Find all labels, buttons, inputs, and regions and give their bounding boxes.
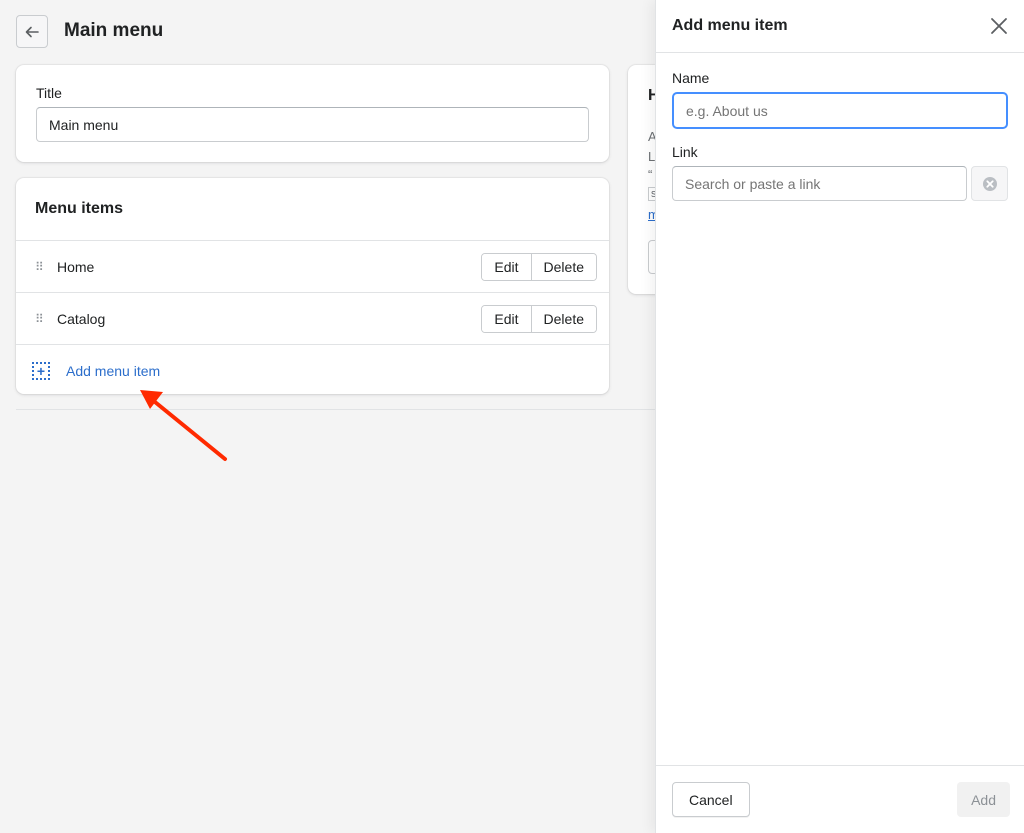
item-actions: Edit Delete <box>481 252 597 281</box>
item-actions: Edit Delete <box>481 304 597 333</box>
divider <box>16 409 656 410</box>
drag-handle-icon[interactable]: ⠿ <box>35 312 47 326</box>
name-input[interactable] <box>672 92 1008 129</box>
title-label: Title <box>36 85 62 101</box>
panel-title: Add menu item <box>672 17 788 34</box>
menu-items-card: Menu items ⠿ Home Edit Delete ⠿ Catalog … <box>16 178 609 394</box>
arrow-left-icon <box>25 26 39 37</box>
cancel-button[interactable]: Cancel <box>672 782 750 817</box>
close-icon <box>991 18 1007 34</box>
clear-link-button[interactable] <box>971 166 1008 201</box>
side-card-text: “ <box>648 167 653 182</box>
edit-button[interactable]: Edit <box>482 253 531 280</box>
menu-item-row: ⠿ Catalog Edit Delete <box>16 292 609 344</box>
menu-item-label: Catalog <box>57 310 106 327</box>
menu-item-row: ⠿ Home Edit Delete <box>16 240 609 292</box>
drag-handle-icon[interactable]: ⠿ <box>35 260 47 274</box>
delete-button[interactable]: Delete <box>530 305 596 332</box>
menu-items-heading: Menu items <box>35 200 124 217</box>
back-button[interactable] <box>16 15 48 48</box>
panel-header: Add menu item <box>656 0 1024 53</box>
link-input[interactable] <box>672 166 967 201</box>
title-input[interactable] <box>36 107 589 142</box>
name-label: Name <box>672 70 710 86</box>
add-plus-icon: + <box>32 361 50 380</box>
add-menu-item-panel: Add menu item Name Link Cancel Add <box>655 0 1024 833</box>
edit-button[interactable]: Edit <box>482 305 531 332</box>
add-menu-item-row[interactable]: + Add menu item <box>16 344 609 396</box>
page-title: Main menu <box>64 20 164 41</box>
link-label: Link <box>672 144 698 160</box>
panel-footer: Cancel Add <box>656 765 1024 833</box>
close-button[interactable] <box>986 13 1012 39</box>
clear-circle-icon <box>982 176 997 191</box>
add-button[interactable]: Add <box>957 782 1010 817</box>
delete-button[interactable]: Delete <box>530 253 596 280</box>
menu-item-label: Home <box>57 258 95 275</box>
add-menu-item-link[interactable]: Add menu item <box>66 363 160 379</box>
title-card: Title <box>16 65 609 162</box>
